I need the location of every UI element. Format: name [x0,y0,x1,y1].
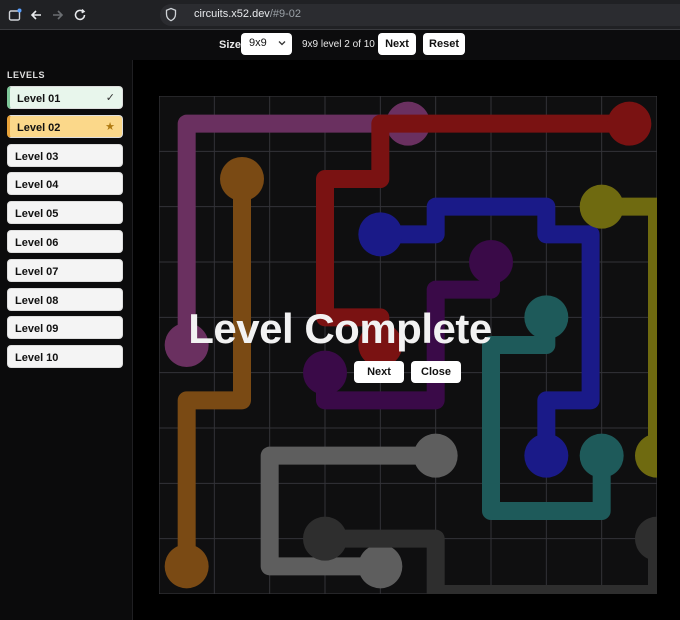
levels-heading: LEVELS [7,70,46,80]
flow-endpoint-dot[interactable] [579,433,624,478]
reload-icon[interactable] [72,7,88,23]
level-status: 9x9 level 2 of 10 [302,39,375,50]
flow-endpoint-dot[interactable] [358,544,403,589]
flow-endpoint-dot[interactable] [469,240,513,284]
flow-endpoint-dot[interactable] [303,516,347,561]
back-arrow-icon[interactable] [28,7,44,23]
level-button-5[interactable]: Level 05 [7,201,123,225]
star-icon: ★ [105,120,115,133]
game-toolbar: Size 9x9 9x9 level 2 of 10 Next Reset [0,30,680,60]
level-button-label: Level 05 [15,208,59,221]
tab-icon[interactable] [7,7,23,23]
level-button-4[interactable]: Level 04 [7,172,123,196]
overlay-close-button[interactable]: Close [411,361,461,383]
level-button-label: Level 07 [15,265,59,278]
level-complete-title: Level Complete [188,305,492,352]
flow-endpoint-dot[interactable] [358,212,403,257]
size-label: Size [219,39,242,51]
flow-endpoint-dot[interactable] [413,433,458,478]
level-button-label: Level 02 [17,121,61,134]
checkmark-icon: ✓ [105,92,115,104]
flow-endpoint-dot[interactable] [607,101,652,146]
address-bar[interactable]: circuits.x52.dev/#9-02 [160,4,680,26]
level-button-6[interactable]: Level 06 [7,230,123,253]
level-button-label: Level 03 [15,150,59,163]
size-select-value: 9x9 [249,37,267,49]
level-button-2[interactable]: Level 02 ★ [7,114,123,138]
level-button-3[interactable]: Level 03 [7,143,123,167]
flow-endpoint-dot[interactable] [303,350,347,395]
level-button-label: Level 10 [15,352,59,365]
flow-endpoint-dot[interactable] [220,157,264,201]
level-button-label: Level 06 [15,237,59,249]
level-button-1[interactable]: Level 01 ✓ [7,86,123,109]
size-select[interactable]: 9x9 [241,33,292,55]
flow-endpoint-dot[interactable] [524,433,569,478]
level-button-label: Level 01 [17,93,61,105]
next-button[interactable]: Next [378,33,416,55]
chevron-down-icon [278,38,286,50]
level-button-7[interactable]: Level 07 [7,258,123,282]
url-text: circuits.x52.dev/#9-02 [194,8,302,20]
flow-endpoint-dot[interactable] [579,184,624,229]
forward-arrow-icon[interactable] [50,7,66,23]
browser-toolbar: circuits.x52.dev/#9-02 [0,0,680,30]
reset-button[interactable]: Reset [423,33,465,55]
level-button-label: Level 04 [15,179,59,192]
overlay-next-button[interactable]: Next [354,361,404,383]
shield-icon [164,7,178,28]
flow-endpoint-dot[interactable] [164,544,209,589]
